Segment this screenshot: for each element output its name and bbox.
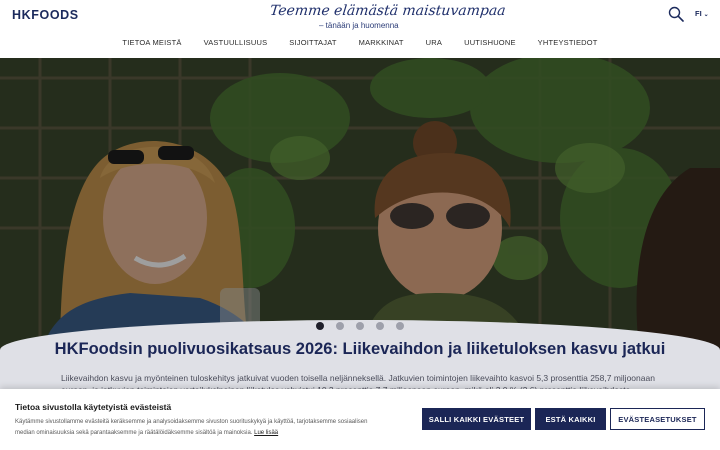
language-label: FI — [695, 9, 702, 18]
chevron-down-icon: ⌄ — [703, 12, 709, 18]
hkfoods-logo[interactable]: HKFOODS — [12, 8, 79, 22]
cookie-settings-button[interactable]: EVÄSTEASETUKSET — [610, 408, 705, 430]
carousel-dot-5[interactable] — [396, 322, 404, 330]
search-icon[interactable] — [668, 6, 684, 22]
carousel-dot-4[interactable] — [376, 322, 384, 330]
carousel-dot-3[interactable] — [356, 322, 364, 330]
carousel-dot-2[interactable] — [336, 322, 344, 330]
cookie-title: Tietoa sivustolla käytetyistä evästeistä — [15, 402, 172, 412]
nav-item-sijoittajat[interactable]: SIJOITTAJAT — [289, 38, 336, 47]
carousel-dots — [0, 322, 720, 330]
main-nav: TIETOA MEISTÄ VASTUULLISUUS SIJOITTAJAT … — [0, 38, 720, 47]
read-more-link[interactable]: Lue lisää — [254, 430, 278, 436]
nav-item-vastuullisuus[interactable]: VASTUULLISUUS — [204, 38, 268, 47]
nav-item-ura[interactable]: URA — [426, 38, 442, 47]
cookie-description: Käytämme sivustollamme evästeitä keräkse… — [15, 419, 368, 436]
deny-all-cookies-button[interactable]: ESTÄ KAIKKI — [535, 408, 606, 430]
subslogan: – tänään ja huomenna — [319, 21, 399, 30]
hero-headline[interactable]: HKFoodsin puolivuosikatsaus 2026: Liikev… — [0, 340, 720, 359]
nav-item-yhteystiedot[interactable]: YHTEYSTIEDOT — [538, 38, 598, 47]
nav-item-markkinat[interactable]: MARKKINAT — [359, 38, 404, 47]
allow-all-cookies-button[interactable]: SALLI KAIKKI EVÄSTEET — [422, 408, 531, 430]
language-selector[interactable]: FI ⌄ — [695, 9, 709, 18]
nav-item-uutishuone[interactable]: UUTISHUONE — [464, 38, 516, 47]
site-header: HKFOODS Teemme elämästä maistuvampaa – t… — [0, 0, 720, 58]
carousel-dot-1[interactable] — [316, 322, 324, 330]
nav-item-tietoa-meista[interactable]: TIETOA MEISTÄ — [122, 38, 181, 47]
cookie-text: Käytämme sivustollamme evästeitä keräkse… — [15, 417, 385, 439]
slogan: Teemme elämästä maistuvampaa — [269, 3, 507, 19]
